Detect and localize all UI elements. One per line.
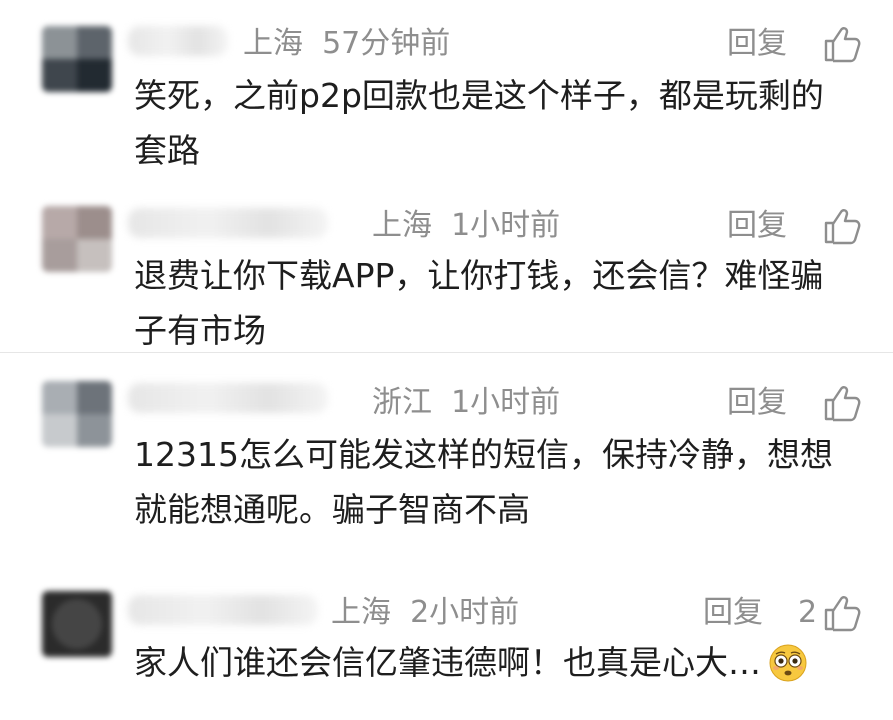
comment-text: 家人们谁还会信亿肇违德啊！也真是心大…: [134, 643, 761, 682]
comment-text-row: 家人们谁还会信亿肇违德啊！也真是心大…: [134, 635, 854, 690]
reply-button[interactable]: 回复: [727, 206, 787, 246]
thumbs-up-icon[interactable]: [822, 383, 862, 423]
like-count: 2: [798, 595, 818, 630]
reply-button[interactable]: 回复: [703, 593, 763, 633]
comment-text: 12315怎么可能发这样的短信，保持冷静，想想就能想通呢。骗子智商不高: [134, 435, 833, 529]
comment-location: 上海: [243, 26, 303, 61]
comment-text: 笑死，之前p2p回款也是这个样子，都是玩剩的套路: [134, 76, 824, 170]
reply-button[interactable]: 回复: [727, 383, 787, 423]
reply-button[interactable]: 回复: [727, 24, 787, 64]
username-blurred[interactable]: [128, 383, 328, 413]
comment-location: 浙江: [372, 385, 432, 420]
comment-item: 上海 2小时前 回复 2 家人们谁还会信亿肇违德啊！也真是心大…: [0, 575, 893, 720]
comment-text: 退费让你下载APP，让你打钱，还会信？难怪骗子有市场: [134, 256, 824, 350]
comment-location: 上海: [372, 208, 432, 243]
username-blurred[interactable]: [128, 595, 318, 625]
avatar[interactable]: [42, 591, 112, 657]
username-blurred[interactable]: [128, 26, 228, 56]
comment-time: 2小时前: [410, 595, 520, 630]
thumbs-up-icon[interactable]: [822, 593, 862, 633]
comment-location: 上海: [331, 595, 391, 630]
avatar[interactable]: [42, 206, 112, 272]
comment-time: 57分钟前: [322, 26, 451, 61]
comment-item: 上海 1小时前 回复 退费让你下载APP，让你打钱，还会信？难怪骗子有市场: [0, 200, 893, 352]
thumbs-up-icon[interactable]: [822, 24, 862, 64]
comment-time: 1小时前: [451, 208, 561, 243]
comment-item: 上海 57分钟前 回复 笑死，之前p2p回款也是这个样子，都是玩剩的套路: [0, 0, 893, 200]
flushed-face-emoji: [769, 644, 807, 682]
comment-item: 浙江 1小时前 回复 12315怎么可能发这样的短信，保持冷静，想想就能想通呢。…: [0, 353, 893, 575]
comment-time: 1小时前: [451, 385, 561, 420]
thumbs-up-icon[interactable]: [822, 206, 862, 246]
avatar[interactable]: [42, 26, 112, 92]
avatar[interactable]: [42, 381, 112, 447]
username-blurred[interactable]: [128, 208, 328, 238]
